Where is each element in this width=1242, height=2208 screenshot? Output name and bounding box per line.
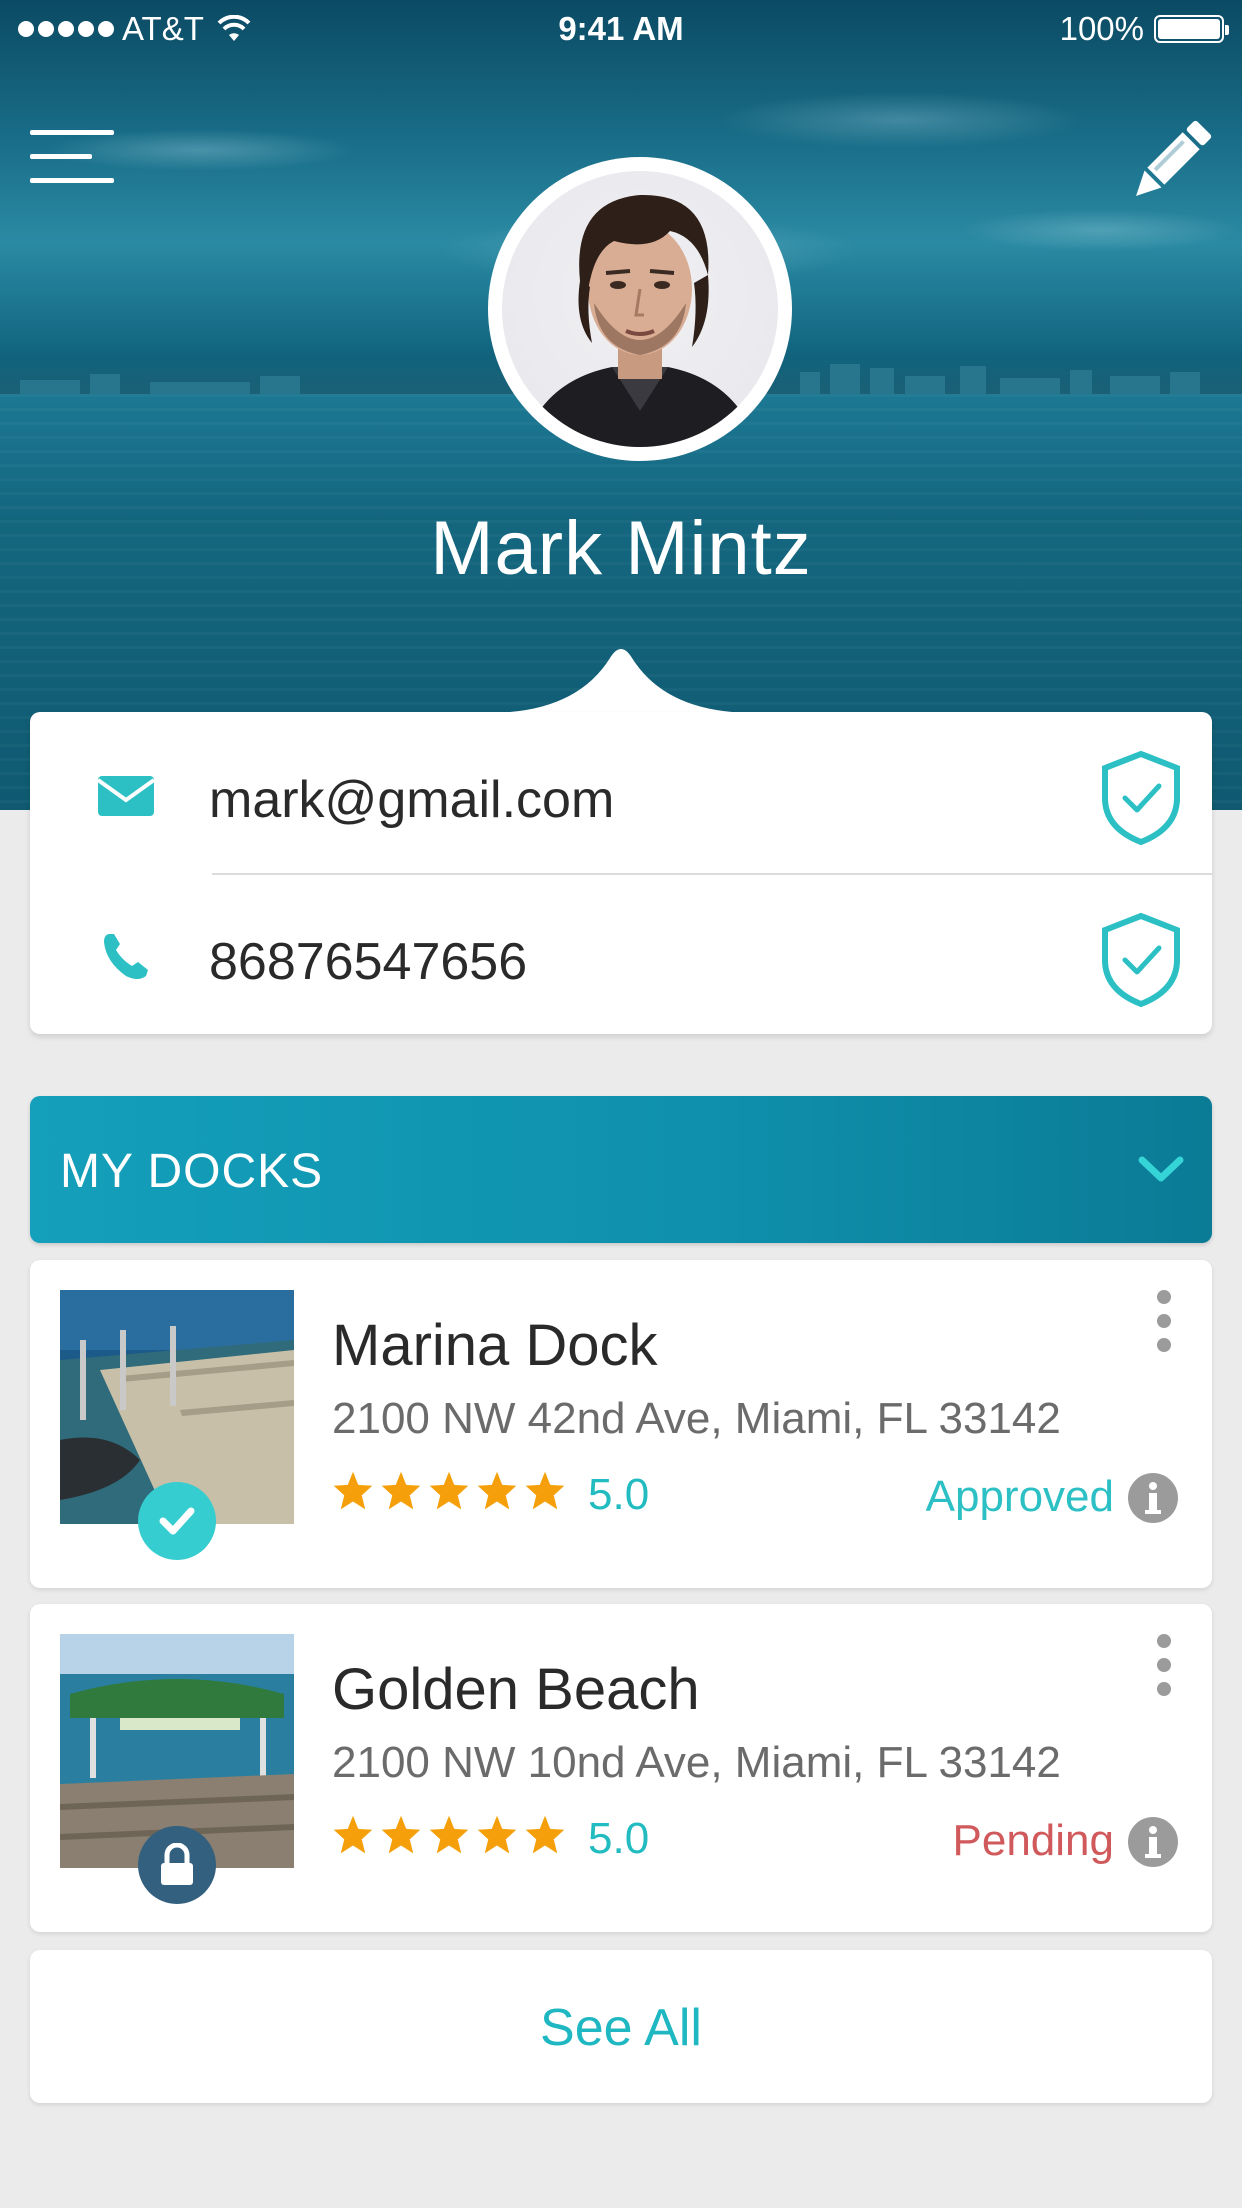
- more-options-icon[interactable]: [1150, 1634, 1178, 1702]
- star-icon: [525, 1815, 565, 1854]
- check-icon: [138, 1482, 216, 1560]
- pencil-icon[interactable]: [1126, 118, 1214, 206]
- star-icon: [477, 1815, 517, 1854]
- dock-rating: 5.0: [588, 1470, 650, 1519]
- star-icon: [525, 1471, 565, 1510]
- status-bar: AT&T 9:41 AM 100%: [0, 0, 1242, 58]
- avatar[interactable]: [488, 157, 792, 461]
- star-icon: [381, 1471, 421, 1510]
- info-icon[interactable]: [1127, 1816, 1179, 1868]
- dock-address: 2100 NW 10nd Ave, Miami, FL 33142: [332, 1738, 1061, 1787]
- star-rating: [332, 1814, 566, 1856]
- dock-name: Marina Dock: [332, 1313, 658, 1378]
- email-value: mark@gmail.com: [209, 771, 615, 829]
- email-row[interactable]: mark@gmail.com: [30, 712, 1212, 872]
- phone-row[interactable]: 86876547656: [30, 874, 1212, 1034]
- dock-status: Approved: [925, 1472, 1114, 1521]
- dock-card[interactable]: Marina Dock 2100 NW 42nd Ave, Miami, FL …: [30, 1260, 1212, 1588]
- star-icon: [333, 1471, 373, 1510]
- profile-photo: [502, 171, 778, 447]
- star-icon: [429, 1471, 469, 1510]
- phone-icon: [104, 934, 148, 979]
- hamburger-menu-icon[interactable]: [30, 130, 114, 184]
- battery-icon: [1154, 15, 1229, 43]
- dock-card[interactable]: Golden Beach 2100 NW 10nd Ave, Miami, FL…: [30, 1604, 1212, 1932]
- envelope-icon: [96, 776, 156, 816]
- see-all-label: See All: [540, 1999, 702, 2057]
- star-rating: [332, 1470, 566, 1512]
- dock-rating: 5.0: [588, 1814, 650, 1863]
- dock-status: Pending: [952, 1816, 1114, 1865]
- my-docks-header[interactable]: MY DOCKS: [30, 1096, 1212, 1243]
- chevron-down-icon[interactable]: [1136, 1144, 1186, 1194]
- battery-percent: 100%: [1059, 10, 1144, 47]
- lock-icon: [138, 1826, 216, 1904]
- dock-address: 2100 NW 42nd Ave, Miami, FL 33142: [332, 1394, 1061, 1443]
- contact-card: mark@gmail.com 86876547656: [30, 712, 1212, 1034]
- status-time: 9:41 AM: [558, 10, 684, 47]
- phone-value: 86876547656: [209, 933, 528, 991]
- info-icon[interactable]: [1127, 1472, 1179, 1524]
- star-icon: [381, 1815, 421, 1854]
- card-pointer-notch: [510, 649, 732, 712]
- profile-name: Mark Mintz: [430, 506, 812, 591]
- more-options-icon[interactable]: [1150, 1290, 1178, 1358]
- shield-check-icon: [1102, 750, 1180, 846]
- dock-name: Golden Beach: [332, 1657, 700, 1722]
- star-icon: [333, 1815, 373, 1854]
- my-docks-title: MY DOCKS: [60, 1145, 324, 1198]
- see-all-button[interactable]: See All: [30, 1950, 1212, 2103]
- star-icon: [429, 1815, 469, 1854]
- star-icon: [477, 1471, 517, 1510]
- shield-check-icon: [1102, 912, 1180, 1008]
